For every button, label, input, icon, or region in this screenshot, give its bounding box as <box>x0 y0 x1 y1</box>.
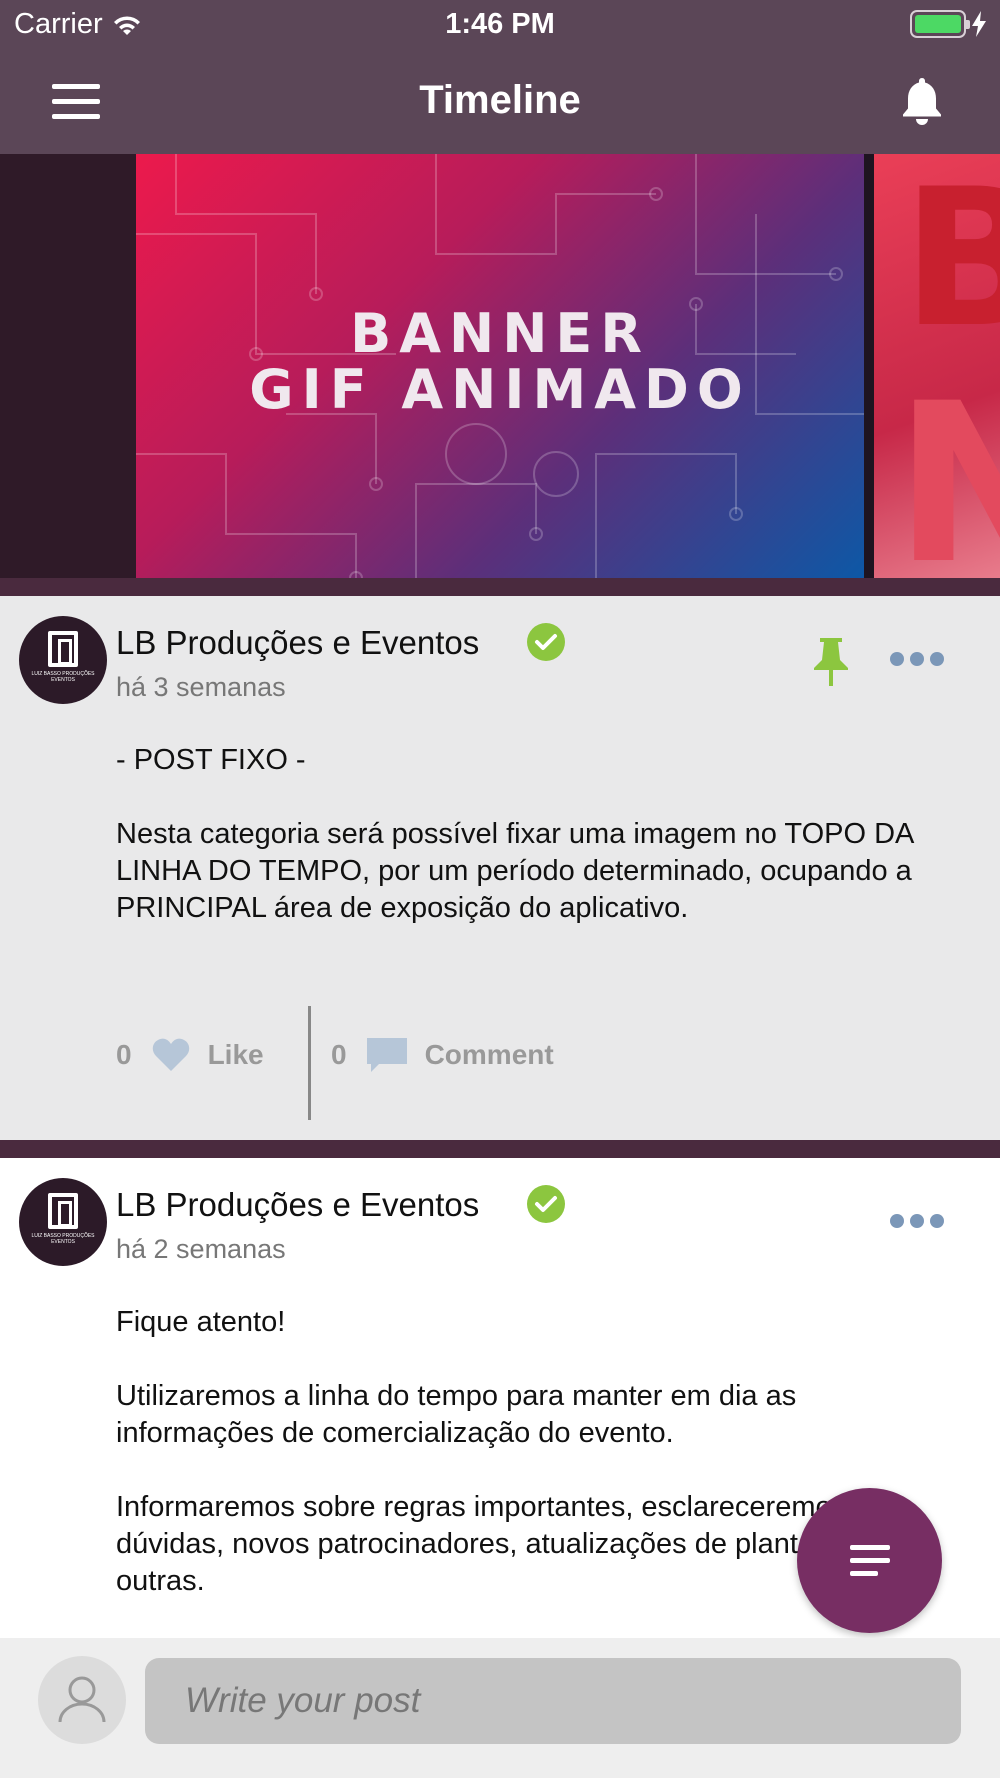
post-paragraph: Utilizaremos a linha do tempo para mante… <box>116 1380 797 1449</box>
battery-icon <box>910 10 986 38</box>
author-avatar[interactable]: LUIZ BASSO PRODUÇÕES EVENTOS <box>19 1178 107 1266</box>
charging-bolt-icon <box>972 11 986 37</box>
like-label: Like <box>207 1039 264 1070</box>
banner-slide[interactable]: BANNER GIF ANIMADO <box>136 154 864 578</box>
status-bar: Carrier 1:46 PM <box>0 0 1000 50</box>
post-timestamp: há 2 semanas <box>116 1234 286 1264</box>
post-actions: 0 Like 0 Comment <box>116 1006 716 1120</box>
banner-headline: BANNER GIF ANIMADO <box>136 306 864 418</box>
previous-banner-slide[interactable] <box>0 154 136 578</box>
avatar-logo-text: LUIZ BASSO PRODUÇÕES EVENTOS <box>31 1233 95 1245</box>
post-more-options-icon[interactable] <box>890 1212 944 1230</box>
page-title: Timeline <box>419 78 581 122</box>
next-slide-letter-1: B <box>902 154 1000 369</box>
nav-bar: Timeline <box>0 50 1000 154</box>
like-count: 0 <box>116 1039 132 1070</box>
comment-button[interactable]: 0 Comment <box>331 1038 554 1072</box>
timeline-post: LUIZ BASSO PRODUÇÕES EVENTOS LB Produçõe… <box>0 596 1000 1140</box>
post-divider <box>0 1140 1000 1158</box>
banner-line-1: BANNER <box>350 302 650 365</box>
verified-badge-icon <box>527 623 565 661</box>
post-more-options-icon[interactable] <box>890 650 944 668</box>
actions-divider <box>308 1006 311 1120</box>
next-slide-letter-2: N <box>894 356 1000 578</box>
post-paragraph: Fique atento! <box>116 1306 286 1338</box>
post-author[interactable]: LB Produções e Eventos <box>116 1186 479 1224</box>
post-paragraph: Nesta categoria será possível fixar uma … <box>116 818 913 924</box>
avatar-logo-text: LUIZ BASSO PRODUÇÕES EVENTOS <box>31 671 95 683</box>
comment-icon <box>366 1038 407 1072</box>
post-timestamp: há 3 semanas <box>116 672 286 702</box>
post-composer <box>0 1638 1000 1778</box>
heart-icon <box>152 1038 189 1071</box>
post-paragraph: Informaremos sobre regras importantes, e… <box>116 1491 889 1597</box>
next-banner-slide[interactable]: B N <box>874 154 1000 578</box>
filter-menu-button[interactable] <box>797 1488 942 1633</box>
verified-badge-icon <box>527 1185 565 1223</box>
author-avatar[interactable]: LUIZ BASSO PRODUÇÕES EVENTOS <box>19 616 107 704</box>
banner-carousel[interactable]: BANNER GIF ANIMADO B N <box>0 154 1000 596</box>
post-paragraph: - POST FIXO - <box>116 744 306 776</box>
post-body: Fique atento! Utilizaremos a linha do te… <box>116 1304 916 1637</box>
bell-icon[interactable] <box>898 74 946 128</box>
comment-label: Comment <box>424 1039 554 1070</box>
post-body: - POST FIXO - Nesta categoria será possí… <box>116 742 916 964</box>
status-time: 1:46 PM <box>445 8 555 40</box>
like-button[interactable]: 0 Like <box>116 1038 264 1072</box>
write-post-input[interactable] <box>145 1658 961 1744</box>
top-bar: Carrier 1:46 PM Timeline <box>0 0 1000 154</box>
pin-icon[interactable] <box>810 636 852 688</box>
banner-line-2: GIF ANIMADO <box>249 358 751 421</box>
post-author[interactable]: LB Produções e Eventos <box>116 624 479 662</box>
user-avatar-icon[interactable] <box>38 1656 126 1744</box>
comment-count: 0 <box>331 1039 347 1070</box>
